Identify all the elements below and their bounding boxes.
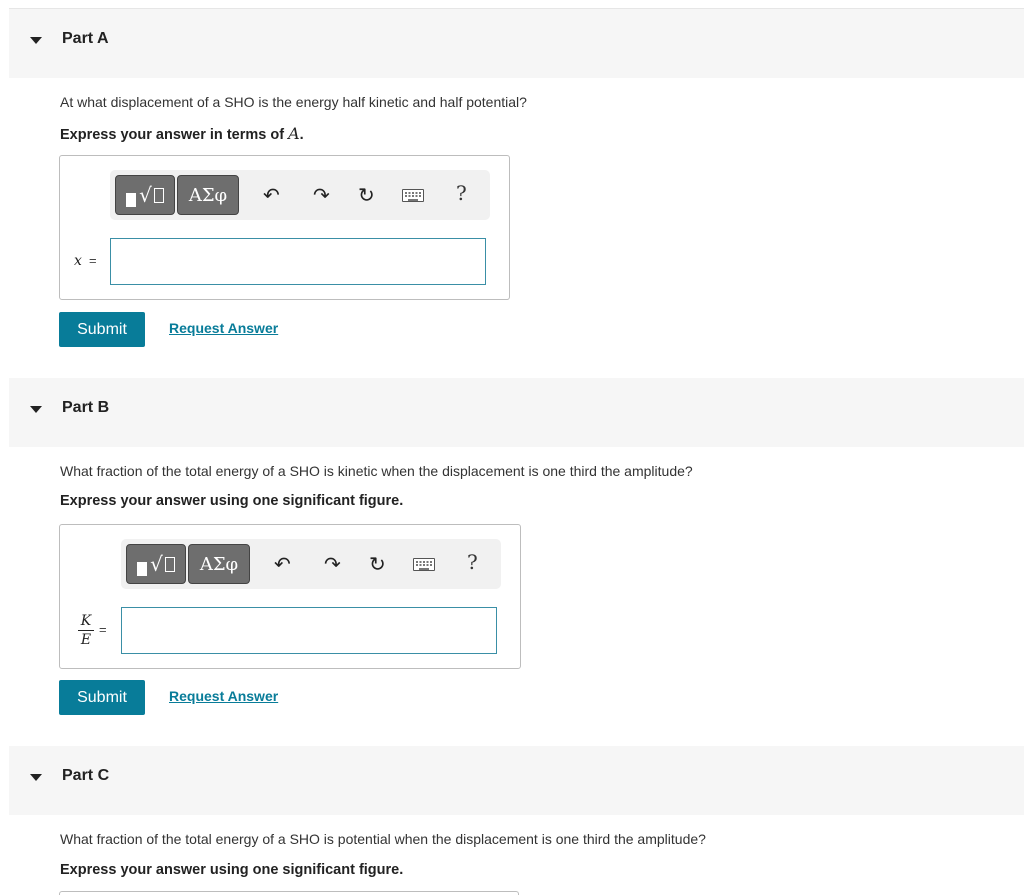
- part-b-request-answer-link[interactable]: Request Answer: [169, 688, 278, 704]
- radical-icon: √: [139, 183, 152, 207]
- part-a-answer-input[interactable]: [110, 238, 486, 285]
- instruction-variable: A: [288, 124, 300, 143]
- part-b-instruction: Express your answer using one significan…: [60, 493, 404, 509]
- part-a-submit-button[interactable]: Submit: [59, 312, 145, 347]
- part-b-question: What fraction of the total energy of a S…: [60, 463, 693, 479]
- fraction-numerator: K: [80, 613, 92, 629]
- radical-icon: √: [150, 552, 163, 576]
- part-b-title: Part B: [62, 399, 110, 416]
- part-a-title: Part A: [62, 30, 109, 47]
- part-b-answer-input[interactable]: [121, 607, 497, 654]
- templates-icon: [137, 562, 148, 576]
- part-c-title: Part C: [62, 767, 110, 784]
- equals-sign: =: [89, 253, 97, 268]
- part-b-submit-button[interactable]: Submit: [59, 680, 145, 715]
- part-c-question: What fraction of the total energy of a S…: [60, 831, 706, 847]
- part-a-request-answer-link[interactable]: Request Answer: [169, 320, 278, 336]
- answer-variable-label: x: [74, 253, 82, 269]
- keyboard-icon[interactable]: [402, 189, 424, 202]
- undo-icon[interactable]: ↶: [274, 551, 291, 577]
- part-c-header[interactable]: Part C: [9, 746, 1024, 815]
- fraction-bar: [78, 630, 94, 631]
- instruction-text: Express your answer in terms of: [60, 127, 289, 143]
- collapse-caret-icon[interactable]: [30, 37, 42, 44]
- collapse-caret-icon[interactable]: [30, 774, 42, 781]
- keyboard-icon[interactable]: [413, 558, 435, 571]
- part-c-instruction: Express your answer using one significan…: [60, 862, 404, 878]
- greek-symbols-button[interactable]: ΑΣφ: [188, 544, 250, 584]
- part-c-answer-box: [59, 891, 519, 895]
- part-b-header[interactable]: Part B: [9, 378, 1024, 447]
- redo-icon[interactable]: ↷: [313, 182, 330, 208]
- equals-sign: =: [99, 622, 107, 637]
- reset-icon[interactable]: ↻: [358, 182, 375, 208]
- redo-icon[interactable]: ↷: [324, 551, 341, 577]
- templates-button[interactable]: √: [126, 544, 186, 584]
- math-toolbar: √ ΑΣφ ↶ ↷ ↻ ?: [121, 539, 501, 589]
- collapse-caret-icon[interactable]: [30, 406, 42, 413]
- box-icon: [164, 556, 175, 572]
- templates-icon: [126, 193, 137, 207]
- fraction-denominator: E: [80, 632, 92, 648]
- part-a-header[interactable]: Part A: [9, 9, 1024, 78]
- greek-symbols-button[interactable]: ΑΣφ: [177, 175, 239, 215]
- reset-icon[interactable]: ↻: [369, 551, 386, 577]
- part-a-answer-box: √ ΑΣφ ↶ ↷ ↻ ? x =: [59, 155, 510, 300]
- help-button[interactable]: ?: [456, 181, 467, 205]
- part-a-instruction: Express your answer in terms of A.: [60, 124, 304, 143]
- answer-fraction-label: K E: [78, 614, 94, 647]
- math-toolbar: √ ΑΣφ ↶ ↷ ↻ ?: [110, 170, 490, 220]
- templates-button[interactable]: √: [115, 175, 175, 215]
- instruction-period: .: [299, 127, 304, 143]
- undo-icon[interactable]: ↶: [263, 182, 280, 208]
- box-icon: [153, 187, 164, 203]
- part-a-question: At what displacement of a SHO is the ene…: [60, 94, 527, 110]
- part-b-answer-box: √ ΑΣφ ↶ ↷ ↻ ? K E =: [59, 524, 521, 669]
- help-button[interactable]: ?: [467, 550, 478, 574]
